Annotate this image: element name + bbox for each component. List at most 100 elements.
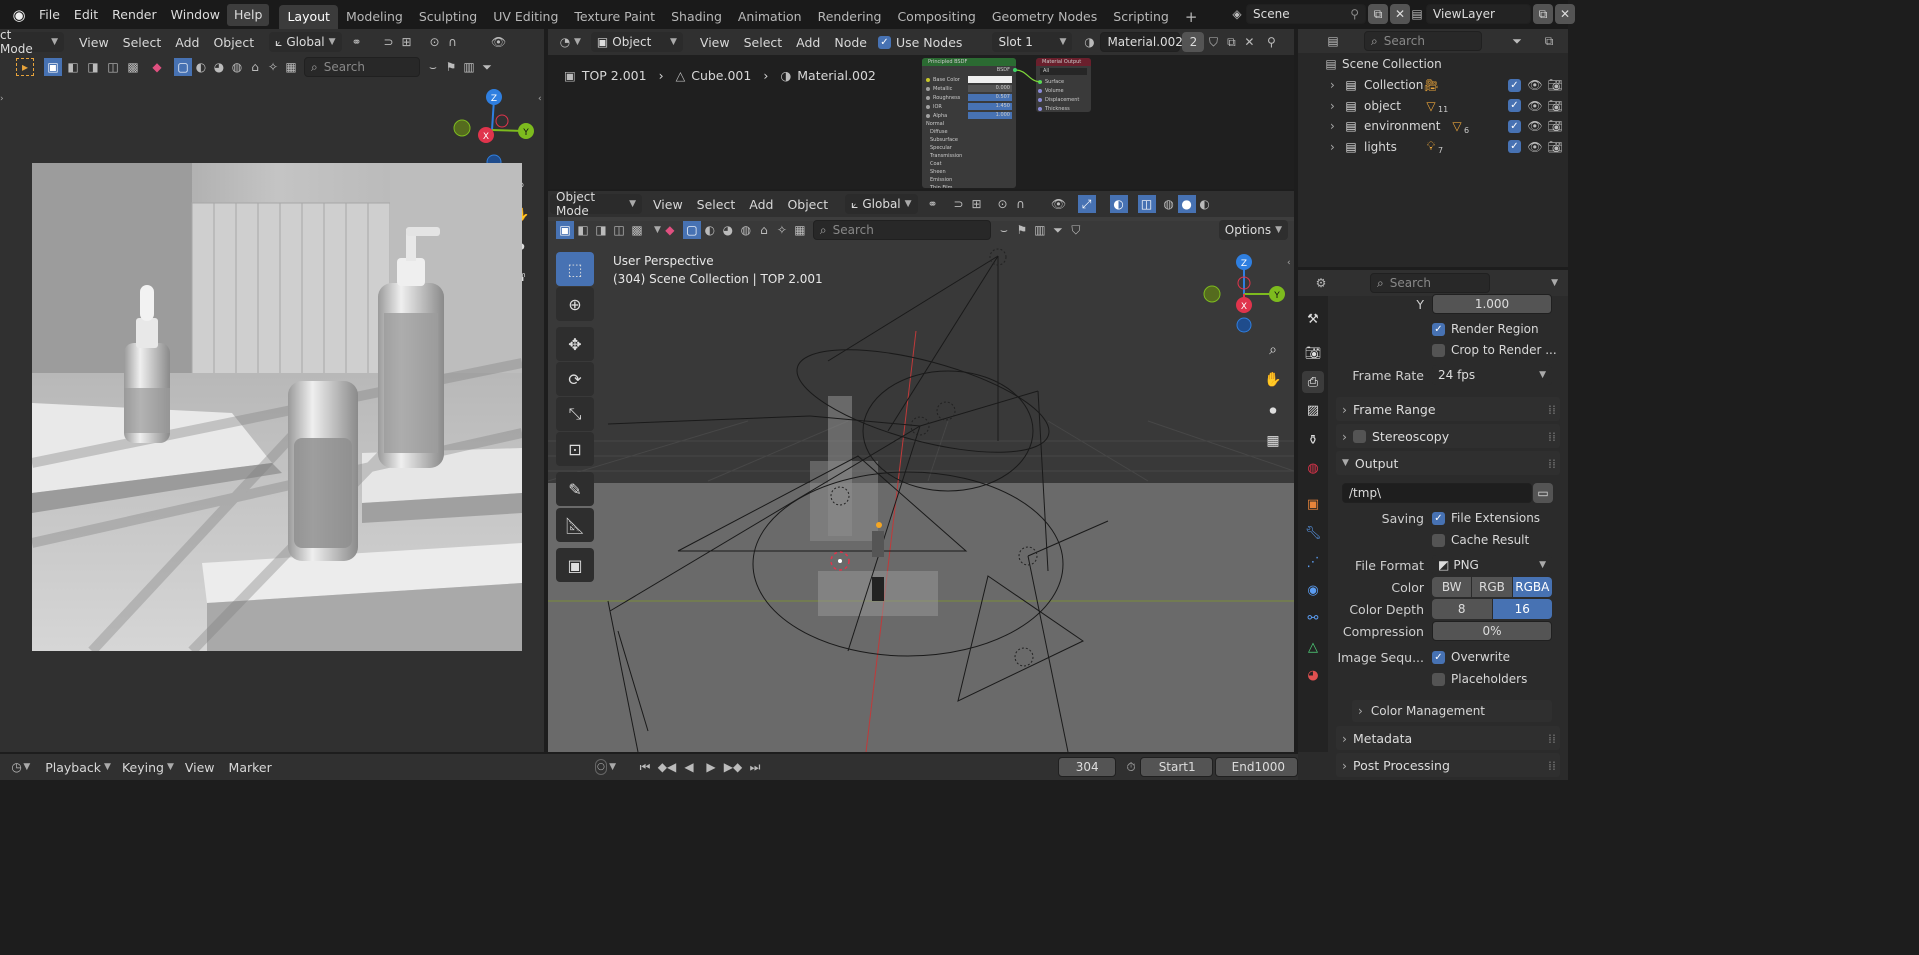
data-tab-icon[interactable]: △ <box>1302 636 1324 658</box>
cursor-tool[interactable]: ⊕ <box>556 287 594 321</box>
overlay-toggle-icon[interactable]: ◐ <box>1109 195 1128 213</box>
unlink-material-icon[interactable]: ✕ <box>1240 33 1258 51</box>
physics-tab-icon[interactable]: ◉ <box>1302 579 1324 601</box>
timeline-menu-playback[interactable]: Playback <box>38 760 108 775</box>
gizmo-toggle-icon[interactable]: ⤢ <box>1077 195 1096 213</box>
camera-render-icon[interactable]: 📷︎ <box>1546 76 1564 94</box>
mode-difference-icon[interactable]: ◫ <box>610 221 628 239</box>
scene-selector[interactable]: ◈ Scene ⚲ ⧉ ✕ <box>1228 3 1410 25</box>
camera-view-icon[interactable]: ⏺ <box>1260 398 1286 424</box>
solid-shading-icon[interactable]: ● <box>1177 195 1196 213</box>
mode-new-icon[interactable]: ▣ <box>556 221 574 239</box>
bookmark-icon[interactable]: ⚑ <box>1013 221 1031 239</box>
scene-collection-row[interactable]: ▤ Scene Collection <box>1300 54 1568 74</box>
menu-window[interactable]: Window <box>164 4 227 26</box>
falloff-icon[interactable]: ∩ <box>444 33 462 51</box>
material-preview-icon[interactable]: ◐ <box>192 58 210 76</box>
tab-shading[interactable]: Shading <box>663 5 730 29</box>
solid-shading-icon[interactable]: ▢ <box>174 58 192 76</box>
layout-icon[interactable]: ▥ <box>1031 221 1049 239</box>
shader-menu-view[interactable]: View <box>693 35 737 50</box>
shader-menu-select[interactable]: Select <box>737 35 790 50</box>
snap-target-icon[interactable]: ⊞ <box>398 33 416 51</box>
node-input-row[interactable]: Base Color <box>922 75 1016 84</box>
add-workspace-button[interactable]: + <box>1177 5 1206 29</box>
jump-end-icon[interactable]: ⏭ <box>746 758 764 776</box>
annotate-tool[interactable]: ✎ <box>556 472 594 506</box>
viewport-menu-select[interactable]: Select <box>690 197 743 212</box>
mode-intersect-icon[interactable]: ▩ <box>124 58 142 76</box>
tab-geometry-nodes[interactable]: Geometry Nodes <box>984 5 1105 29</box>
chevron-right-icon[interactable]: › <box>1330 99 1342 113</box>
scene-tab-icon[interactable]: ⚱ <box>1302 429 1324 451</box>
tab-scripting[interactable]: Scripting <box>1105 5 1177 29</box>
tab-texture-paint[interactable]: Texture Paint <box>566 5 663 29</box>
mode-new-icon[interactable]: ▣ <box>44 58 62 76</box>
resolution-y-field[interactable]: 1.000 <box>1432 294 1552 314</box>
outliner-editor-icon[interactable]: ▤ <box>1324 32 1342 50</box>
eye-visibility-icon[interactable]: 👁 <box>1526 138 1544 156</box>
left-sidebar-toggle-icon[interactable]: › <box>0 94 4 104</box>
tool-tab-icon[interactable]: ⚒ <box>1302 308 1324 330</box>
metadata-panel[interactable]: › Metadata ⁞⁞ <box>1336 726 1560 750</box>
stereoscopy-panel[interactable]: › Stereoscopy ⁞⁞ <box>1336 424 1560 448</box>
color-option-rgb[interactable]: RGB <box>1472 577 1512 597</box>
snap-icon[interactable]: ⊃ <box>380 33 398 51</box>
outliner-row-lights[interactable]: › ▤ lights 💡︎ 7 ✓ 👁 📷︎ <box>1300 137 1568 157</box>
viewport-search-input[interactable]: ⌕ Search <box>812 220 991 240</box>
xray-toggle-icon[interactable]: ◫ <box>1137 195 1156 213</box>
object-type-icon[interactable]: ◆ <box>661 221 679 239</box>
node-input-row[interactable]: Alpha 1.000 <box>922 111 1016 120</box>
viewport-menu-add[interactable]: Add <box>742 197 780 212</box>
chevron-down-icon[interactable]: ▼ <box>609 762 616 772</box>
proportional-icon[interactable]: ⊙ <box>994 195 1012 213</box>
timeline-menu-marker[interactable]: Marker <box>222 760 279 775</box>
color-depth-option-16[interactable]: 16 <box>1492 599 1552 619</box>
tab-rendering[interactable]: Rendering <box>810 5 890 29</box>
rendered-shading-icon[interactable]: ◕ <box>210 58 228 76</box>
filter-icon[interactable]: ⏷ <box>478 58 496 76</box>
breadcrumb-material[interactable]: Material.002 <box>797 68 876 83</box>
render-region-checkbox[interactable]: ✓ Render Region <box>1432 322 1539 336</box>
texture-tool-icon[interactable]: ▦ <box>282 58 300 76</box>
duplicate-material-icon[interactable]: ⧉ <box>1222 33 1240 51</box>
shader-type-dropdown[interactable]: ▣ Object ▼ <box>590 32 683 52</box>
light-icon[interactable]: ✧ <box>773 221 791 239</box>
pin-icon[interactable]: ⚲ <box>1262 33 1280 51</box>
add-cube-tool[interactable]: ▣ <box>556 548 594 582</box>
color-depth-option-8[interactable]: 8 <box>1432 599 1492 619</box>
use-nodes-toggle[interactable]: ✓ Use Nodes <box>877 35 962 50</box>
falloff-icon[interactable]: ∩ <box>1012 195 1030 213</box>
proportional-icon[interactable]: ⊙ <box>426 33 444 51</box>
properties-search-input[interactable]: ⌕ Search <box>1370 273 1490 293</box>
visibility-icon[interactable]: 👁 <box>490 33 508 51</box>
chevron-right-icon[interactable]: › <box>1330 140 1342 154</box>
world-tab-icon[interactable]: ◍ <box>1302 457 1324 479</box>
color-option-bw[interactable]: BW <box>1432 577 1472 597</box>
include-checkbox-icon[interactable]: ✓ <box>1508 99 1521 112</box>
compression-slider[interactable]: 0% <box>1432 621 1552 641</box>
left-region-toggle-icon[interactable]: ‹ <box>538 94 542 104</box>
frame-rate-dropdown[interactable]: 24 fps ▼ <box>1432 365 1552 385</box>
outliner-search-input[interactable]: ⌕ Search <box>1364 31 1482 51</box>
eye-visibility-icon[interactable]: 👁 <box>1526 97 1544 115</box>
material-preview-icon[interactable]: ◐ <box>1196 195 1214 213</box>
pivot-icon[interactable]: ⚭ <box>348 33 366 51</box>
material-sphere-icon[interactable]: ◑ <box>1080 33 1098 51</box>
mode-subtract-icon[interactable]: ◨ <box>84 58 102 76</box>
node-input-row[interactable]: Thickness <box>1036 104 1091 112</box>
node-section-row[interactable]: Emission <box>922 176 1016 184</box>
file-extensions-checkbox[interactable]: ✓ File Extensions <box>1432 511 1540 525</box>
menu-help[interactable]: Help <box>226 3 270 26</box>
texture-icon[interactable]: ▦ <box>791 221 809 239</box>
camera-render-icon[interactable]: 📷︎ <box>1546 97 1564 115</box>
measure-tool[interactable]: 📐︎ <box>556 508 594 542</box>
menu-edit[interactable]: Edit <box>67 4 105 26</box>
node-section-row[interactable]: Sheen <box>922 168 1016 176</box>
chevron-right-icon[interactable]: › <box>1330 119 1342 133</box>
jump-start-icon[interactable]: ⏮ <box>636 758 654 776</box>
output-path-input[interactable]: /tmp\ <box>1342 483 1532 503</box>
left-menu-add[interactable]: Add <box>168 35 206 50</box>
jump-keyframe-back-icon[interactable]: ◆◀ <box>658 758 676 776</box>
mode-extend-icon[interactable]: ◧ <box>64 58 82 76</box>
